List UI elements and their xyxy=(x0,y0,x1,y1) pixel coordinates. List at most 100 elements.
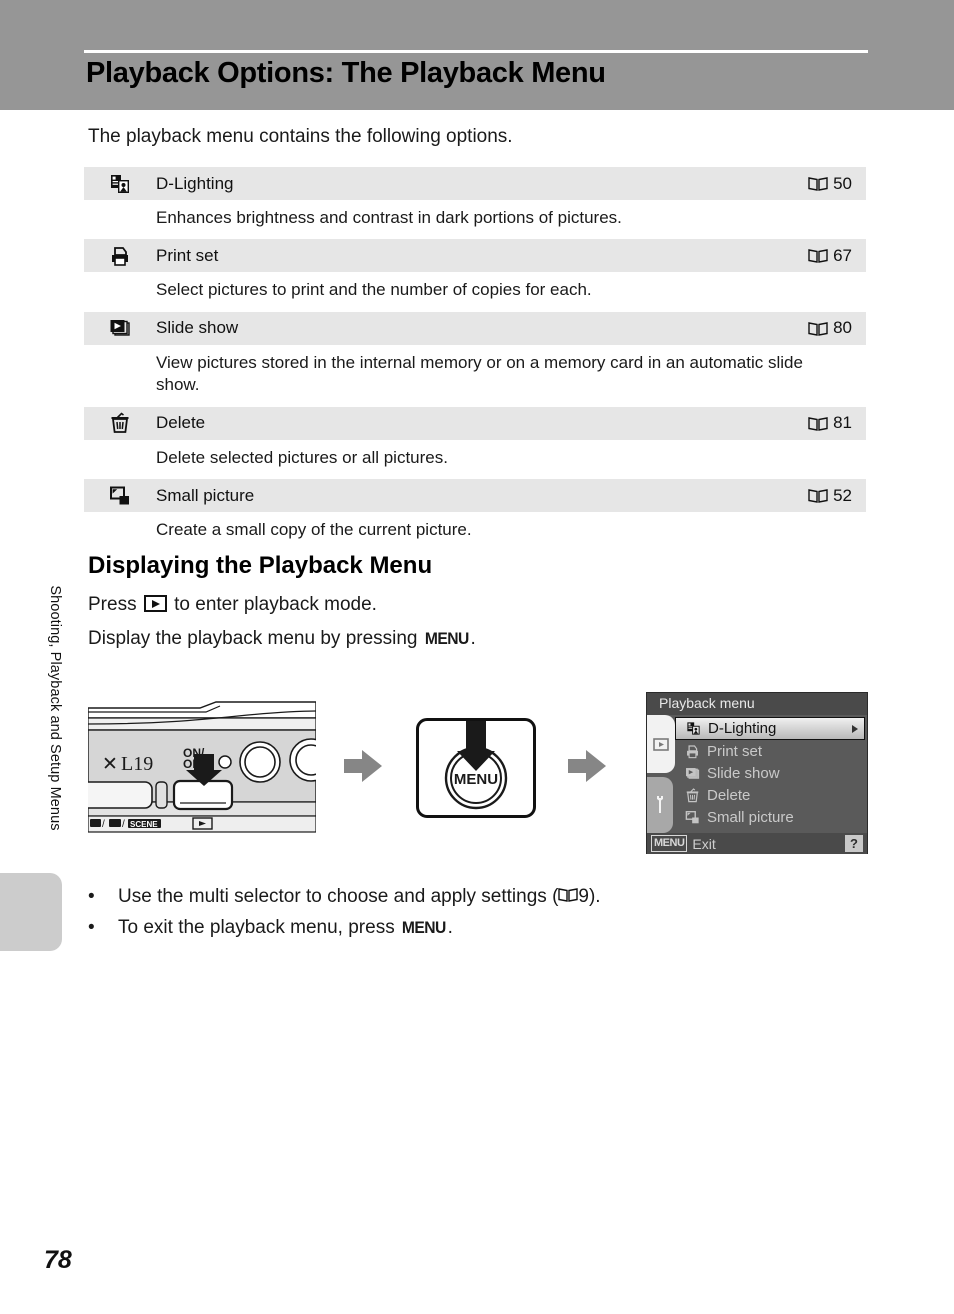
option-page-reference: 80 xyxy=(808,318,866,338)
delete-icon xyxy=(681,787,703,803)
lcd-help-chip[interactable]: ? xyxy=(845,835,863,852)
option-page-number: 67 xyxy=(833,245,852,265)
option-page-reference: 50 xyxy=(808,174,866,194)
chevron-right-icon xyxy=(852,724,858,733)
lcd-menu-item-label: Delete xyxy=(707,786,751,804)
instruction-line-2-after: . xyxy=(470,628,476,649)
option-name: Delete xyxy=(156,413,206,433)
option-page-reference: 81 xyxy=(808,413,866,433)
lcd-body: D-Lighting Print set Slide show Delete Small… xyxy=(647,715,867,833)
intro-paragraph: The playback menu contains the following… xyxy=(88,126,513,147)
svg-text:✕: ✕ xyxy=(102,754,118,775)
header-band: Playback Options: The Playback Menu xyxy=(0,0,954,110)
option-description: Create a small copy of the current pictu… xyxy=(84,512,866,551)
page-number: 78 xyxy=(44,1246,72,1274)
d-lighting-icon xyxy=(682,721,704,736)
option-description-text: View pictures stored in the internal mem… xyxy=(156,352,803,395)
option-row: Print set 67 xyxy=(84,238,866,273)
setup-wrench-tab-icon xyxy=(657,796,663,813)
book-icon xyxy=(808,176,828,191)
menu-button-label: MENU xyxy=(454,771,498,788)
slide-show-icon xyxy=(84,317,156,339)
option-description: View pictures stored in the internal mem… xyxy=(84,344,866,406)
option-description: Select pictures to print and the number … xyxy=(84,272,866,311)
print-set-icon xyxy=(681,744,703,759)
lcd-footer: MENU Exit ? xyxy=(647,833,867,854)
section-heading: Displaying the Playback Menu xyxy=(88,552,433,579)
slide-show-icon xyxy=(681,766,703,781)
arrow-right-icon-1 xyxy=(342,748,384,784)
lcd-menu-item[interactable]: Small picture xyxy=(675,806,865,828)
lcd-tab-setup[interactable] xyxy=(647,777,673,833)
bullet-dot: • xyxy=(88,886,95,907)
lcd-exit-label: Exit xyxy=(692,835,716,852)
option-description-text: Enhances brightness and contrast in dark… xyxy=(156,208,622,227)
instruction-line-2-before: Display the playback menu by pressing xyxy=(88,628,423,649)
svg-text:/: / xyxy=(122,819,125,830)
bullet-1-page: 9 xyxy=(578,886,589,907)
bullet-2-before: To exit the playback menu, press xyxy=(118,917,400,938)
lcd-tab-column xyxy=(647,715,675,833)
option-page-number: 50 xyxy=(833,173,852,193)
camera-illustration: ✕ L19 ON/ OFF / / SCENE xyxy=(88,700,316,835)
option-row: Small picture 52 xyxy=(84,478,866,513)
illustration-strip: ✕ L19 ON/ OFF / / SCENE MENU Playback me… xyxy=(84,690,870,855)
option-row: Delete 81 xyxy=(84,405,866,440)
option-name: Small picture xyxy=(156,485,255,505)
lcd-menu-item[interactable]: Slide show xyxy=(675,762,865,784)
svg-text:/: / xyxy=(102,819,105,830)
option-description-text: Select pictures to print and the number … xyxy=(156,280,592,300)
instruction-line-1-before: Press xyxy=(88,594,142,615)
camera-model-text: L19 xyxy=(121,753,153,775)
option-page-number: 80 xyxy=(833,318,852,338)
playback-button-icon xyxy=(143,595,167,612)
arrow-right-icon-2 xyxy=(566,748,608,784)
option-name: D-Lighting xyxy=(156,173,234,193)
instruction-line-1-after: to enter playback mode. xyxy=(168,594,377,615)
book-icon xyxy=(808,488,828,504)
option-description-text: Delete selected pictures or all pictures… xyxy=(156,447,448,467)
book-icon xyxy=(558,887,579,902)
menu-button-glyph: MENU xyxy=(401,918,446,937)
lcd-tab-playback[interactable] xyxy=(647,715,675,773)
lcd-menu-item[interactable]: Print set xyxy=(675,740,865,762)
lcd-menu-item[interactable]: Delete xyxy=(675,784,865,806)
book-icon xyxy=(808,321,828,336)
bullet-dot: • xyxy=(88,917,95,938)
delete-icon xyxy=(84,412,156,434)
option-page-number: 52 xyxy=(833,485,852,505)
chapter-side-label: Shooting, Playback and Setup Menus xyxy=(47,585,63,831)
bullet-1-before: Use the multi selector to choose and app… xyxy=(118,886,559,907)
bullet-item-1: • Use the multi selector to choose and a… xyxy=(88,886,601,908)
d-lighting-icon xyxy=(84,173,156,195)
lcd-title: Playback menu xyxy=(647,693,867,715)
page-title: Playback Options: The Playback Menu xyxy=(86,57,606,89)
svg-text:SCENE: SCENE xyxy=(130,820,158,829)
lcd-menu-item-label: Small picture xyxy=(707,808,794,826)
book-icon xyxy=(808,248,828,264)
option-row: Slide show 80 xyxy=(84,310,866,345)
option-page-reference: 67 xyxy=(808,246,866,266)
book-icon xyxy=(808,416,828,431)
bullet-2-after: . xyxy=(447,917,453,938)
instruction-line-1: Press to enter playback mode. xyxy=(88,594,377,616)
option-page-reference: 52 xyxy=(808,486,866,506)
lcd-screen: Playback menu D-Lighting Print set Slide s… xyxy=(646,692,868,854)
playback-tab-icon xyxy=(653,737,669,751)
lcd-menu-item[interactable]: D-Lighting xyxy=(675,717,865,740)
lcd-menu-chip: MENU xyxy=(651,835,688,852)
option-description: Delete selected pictures or all pictures… xyxy=(84,439,866,479)
small-picture-icon xyxy=(84,485,156,507)
small-picture-icon xyxy=(681,810,703,825)
bullet-1-after: ). xyxy=(588,886,601,907)
option-description-text: Create a small copy of the current pictu… xyxy=(156,520,472,540)
chapter-side-tab xyxy=(0,873,62,951)
bullet-item-2: • To exit the playback menu, press MENU. xyxy=(88,917,453,939)
lcd-menu-item-label: Print set xyxy=(707,742,763,760)
option-page-number: 81 xyxy=(833,413,852,433)
svg-text:OFF: OFF xyxy=(183,757,207,771)
option-name: Slide show xyxy=(156,318,239,338)
menu-button-glyph: MENU xyxy=(424,629,469,648)
options-table: D-Lighting 50 Enhances brightness and cont… xyxy=(84,166,866,551)
option-name: Print set xyxy=(156,245,219,265)
